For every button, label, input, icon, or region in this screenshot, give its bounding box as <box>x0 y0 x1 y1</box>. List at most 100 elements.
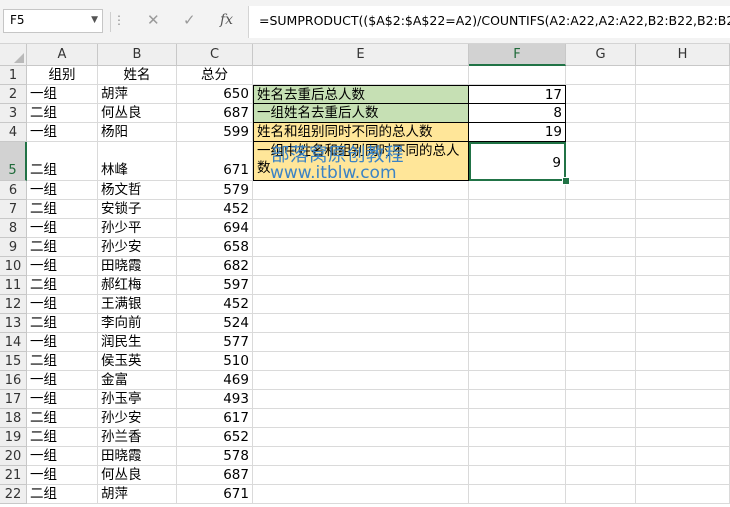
group-cell[interactable]: 二组 <box>27 352 98 371</box>
row-header-10[interactable]: 10 <box>0 257 27 276</box>
row-header-19[interactable]: 19 <box>0 428 27 447</box>
name-cell[interactable]: 杨文哲 <box>98 181 177 200</box>
name-cell[interactable]: 李向前 <box>98 314 177 333</box>
column-header-e[interactable]: E <box>253 44 469 66</box>
header-cell-c[interactable]: 总分 <box>177 66 253 85</box>
grid-cell[interactable] <box>253 428 469 447</box>
group-cell[interactable]: 一组 <box>27 333 98 352</box>
group-cell[interactable]: 二组 <box>27 409 98 428</box>
score-cell[interactable]: 452 <box>177 295 253 314</box>
grid-cell[interactable] <box>636 85 730 104</box>
group-cell[interactable]: 一组 <box>27 371 98 390</box>
score-cell[interactable]: 617 <box>177 409 253 428</box>
column-header-c[interactable]: C <box>177 44 253 66</box>
grid-cell[interactable] <box>566 276 636 295</box>
row-header-21[interactable]: 21 <box>0 466 27 485</box>
grid-cell[interactable] <box>469 66 566 85</box>
name-cell[interactable]: 孙少安 <box>98 409 177 428</box>
grid-cell[interactable] <box>636 66 730 85</box>
grid-cell[interactable] <box>566 238 636 257</box>
score-cell[interactable]: 597 <box>177 276 253 295</box>
grid-cell[interactable] <box>636 409 730 428</box>
name-cell[interactable]: 孙玉亭 <box>98 390 177 409</box>
grid-cell[interactable] <box>566 200 636 219</box>
grid-cell[interactable] <box>469 428 566 447</box>
fill-handle[interactable] <box>562 177 570 185</box>
name-cell[interactable]: 郝红梅 <box>98 276 177 295</box>
grid-cell[interactable] <box>636 466 730 485</box>
grid-cell[interactable] <box>636 219 730 238</box>
grid-cell[interactable] <box>636 333 730 352</box>
name-cell[interactable]: 侯玉英 <box>98 352 177 371</box>
enter-icon[interactable]: ✓ <box>183 11 196 29</box>
grid-cell[interactable] <box>469 200 566 219</box>
score-cell[interactable]: 687 <box>177 104 253 123</box>
group-cell[interactable]: 二组 <box>27 104 98 123</box>
header-cell-a[interactable]: 组别 <box>27 66 98 85</box>
summary-label[interactable]: 姓名和组别同时不同的总人数 <box>253 123 469 142</box>
name-cell[interactable]: 孙兰香 <box>98 428 177 447</box>
grid-cell[interactable] <box>566 85 636 104</box>
row-header-4[interactable]: 4 <box>0 123 27 142</box>
grid-cell[interactable] <box>636 390 730 409</box>
row-header-3[interactable]: 3 <box>0 104 27 123</box>
name-cell[interactable]: 孙少安 <box>98 238 177 257</box>
grid-cell[interactable] <box>469 466 566 485</box>
grid-cell[interactable] <box>469 447 566 466</box>
grid-cell[interactable] <box>566 181 636 200</box>
name-cell[interactable]: 何丛良 <box>98 466 177 485</box>
summary-value[interactable]: 19 <box>469 123 566 142</box>
grid-cell[interactable] <box>253 466 469 485</box>
group-cell[interactable]: 二组 <box>27 142 98 181</box>
grid-cell[interactable] <box>253 352 469 371</box>
grid-cell[interactable] <box>253 200 469 219</box>
grid-cell[interactable] <box>253 371 469 390</box>
grid-cell[interactable] <box>469 409 566 428</box>
score-cell[interactable]: 577 <box>177 333 253 352</box>
score-cell[interactable]: 658 <box>177 238 253 257</box>
row-header-14[interactable]: 14 <box>0 333 27 352</box>
grid-cell[interactable] <box>253 314 469 333</box>
grid-cell[interactable] <box>253 409 469 428</box>
grid-cell[interactable] <box>566 409 636 428</box>
grid-cell[interactable] <box>469 352 566 371</box>
grid-cell[interactable] <box>566 352 636 371</box>
grid-cell[interactable] <box>253 238 469 257</box>
grid-cell[interactable] <box>469 257 566 276</box>
score-cell[interactable]: 493 <box>177 390 253 409</box>
row-header-8[interactable]: 8 <box>0 219 27 238</box>
row-header-5[interactable]: 5 <box>0 142 27 181</box>
grid-cell[interactable] <box>636 142 730 181</box>
row-header-15[interactable]: 15 <box>0 352 27 371</box>
grid-cell[interactable] <box>566 104 636 123</box>
name-cell[interactable]: 何丛良 <box>98 104 177 123</box>
grid-cell[interactable] <box>636 104 730 123</box>
row-header-2[interactable]: 2 <box>0 85 27 104</box>
grid-cell[interactable] <box>253 485 469 504</box>
summary-value[interactable]: 8 <box>469 104 566 123</box>
grid-cell[interactable] <box>566 371 636 390</box>
group-cell[interactable]: 二组 <box>27 276 98 295</box>
name-cell[interactable]: 林峰 <box>98 142 177 181</box>
grid-cell[interactable] <box>469 238 566 257</box>
group-cell[interactable]: 一组 <box>27 219 98 238</box>
summary-label[interactable]: 一组姓名去重后人数 <box>253 104 469 123</box>
grid-cell[interactable] <box>566 66 636 85</box>
score-cell[interactable]: 682 <box>177 257 253 276</box>
group-cell[interactable]: 一组 <box>27 295 98 314</box>
name-cell[interactable]: 杨阳 <box>98 123 177 142</box>
grid-cell[interactable] <box>469 485 566 504</box>
score-cell[interactable]: 671 <box>177 142 253 181</box>
header-cell-b[interactable]: 姓名 <box>98 66 177 85</box>
grid-cell[interactable] <box>253 447 469 466</box>
formula-input[interactable]: =SUMPRODUCT(($A$2:$A$22=A2)/COUNTIFS(A2:… <box>248 6 730 38</box>
grid-cell[interactable] <box>566 257 636 276</box>
group-cell[interactable]: 一组 <box>27 447 98 466</box>
group-cell[interactable]: 二组 <box>27 428 98 447</box>
grid-cell[interactable] <box>636 314 730 333</box>
grid-cell[interactable] <box>636 485 730 504</box>
score-cell[interactable]: 469 <box>177 371 253 390</box>
row-header-17[interactable]: 17 <box>0 390 27 409</box>
score-cell[interactable]: 650 <box>177 85 253 104</box>
grid-cell[interactable] <box>636 181 730 200</box>
